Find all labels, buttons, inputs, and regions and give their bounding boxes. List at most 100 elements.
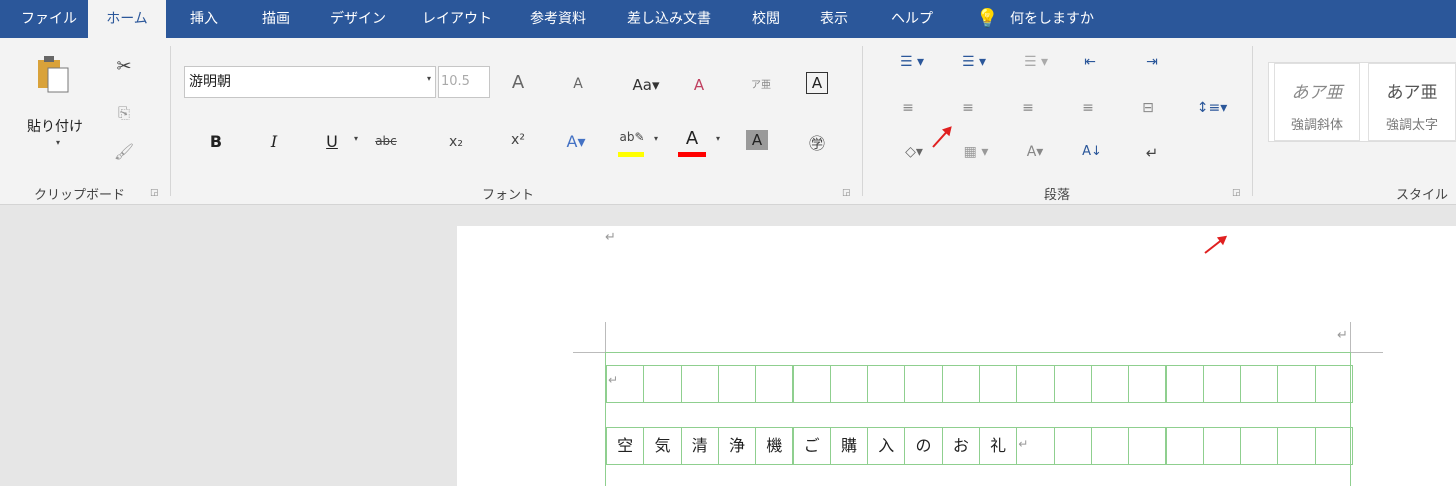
cut-icon[interactable]: ✂ — [112, 56, 136, 77]
document-page[interactable]: ↵ ↵ 空気清浄機ご購入のお礼 ↵ ↵ — [457, 226, 1456, 486]
numbering-icon[interactable]: ☰ ▾ — [954, 54, 994, 70]
style-emphasis-italic[interactable]: あア亜 強調斜体 — [1274, 63, 1360, 141]
borders-icon[interactable]: ▦ ▾ — [954, 144, 998, 160]
grid-cell — [979, 365, 1018, 403]
title-char-cell — [1090, 427, 1130, 465]
grid-cell — [1277, 365, 1316, 403]
multilevel-list-icon[interactable]: ☰ ▾ — [1016, 54, 1056, 70]
grid-cell — [1165, 365, 1204, 403]
text-effects-icon[interactable]: A▾ — [558, 132, 594, 151]
title-char-cell — [1053, 427, 1092, 465]
title-char-cell: の — [904, 427, 943, 465]
tab-view[interactable]: 表示 — [808, 0, 860, 38]
highlight-icon[interactable]: ab✎ — [618, 130, 646, 157]
character-border-icon[interactable]: A — [806, 72, 828, 94]
group-separator — [862, 46, 863, 196]
tab-review[interactable]: 校閲 — [740, 0, 792, 38]
distributed-icon[interactable]: ⊟ — [1136, 100, 1160, 116]
bold-icon[interactable]: B — [206, 132, 226, 151]
underline-icon[interactable]: U — [322, 132, 342, 151]
tab-layout[interactable]: レイアウト — [412, 0, 502, 38]
paragraph-mark: ↵ — [1337, 328, 1348, 343]
italic-icon[interactable]: I — [264, 132, 284, 151]
group-separator — [1252, 46, 1253, 196]
paragraph-launcher-icon[interactable]: ◲ — [1232, 188, 1242, 198]
title-char-cell: お — [941, 427, 980, 465]
title-char-cell — [1277, 427, 1316, 465]
shading-icon[interactable]: ◇▾ — [892, 144, 936, 160]
grid-cell — [904, 365, 943, 403]
font-color-dropdown-icon[interactable]: ▾ — [712, 134, 724, 143]
subscript-icon[interactable]: x₂ — [444, 134, 468, 150]
align-right-icon[interactable]: ≡ — [1016, 100, 1040, 116]
clipboard-group-label: クリップボード — [34, 188, 126, 203]
strikethrough-icon[interactable]: abc — [372, 134, 400, 148]
group-separator — [170, 46, 171, 196]
grid-cell — [867, 365, 906, 403]
bullets-icon[interactable]: ☰ ▾ — [892, 54, 932, 70]
ribbon-tab-bar: ファイル ホーム 挿入 描画 デザイン レイアウト 参考資料 差し込み文書 校閲… — [0, 0, 1456, 38]
tab-help[interactable]: ヘルプ — [880, 0, 944, 38]
tab-insert[interactable]: 挿入 — [178, 0, 230, 38]
clipboard-launcher-icon[interactable]: ◲ — [150, 188, 160, 198]
ribbon-home: 貼り付け ▾ ✂ ⎘ 🖌 クリップボード ◲ 游明朝 ▾ 10.5 A A Aa… — [0, 38, 1456, 205]
enclose-characters-icon[interactable]: ㊫ — [806, 130, 828, 154]
decrease-indent-icon[interactable]: ⇤ — [1078, 54, 1102, 70]
change-case-icon[interactable]: Aa▾ — [626, 76, 666, 94]
tab-file[interactable]: ファイル — [18, 0, 80, 38]
font-launcher-icon[interactable]: ◲ — [842, 188, 852, 198]
font-color-icon[interactable]: A — [678, 128, 706, 157]
underline-dropdown-icon[interactable]: ▾ — [350, 134, 362, 143]
tab-draw[interactable]: 描画 — [250, 0, 302, 38]
superscript-icon[interactable]: x² — [506, 132, 530, 148]
lightbulb-icon: 💡 — [976, 8, 999, 29]
increase-indent-icon[interactable]: ⇥ — [1140, 54, 1164, 70]
title-char-cell: 礼 — [979, 427, 1018, 465]
tab-design[interactable]: デザイン — [320, 0, 396, 38]
align-left-icon[interactable]: ≡ — [896, 100, 920, 116]
justify-icon[interactable]: ≡ — [1076, 100, 1100, 116]
character-shading-icon[interactable]: A — [746, 130, 768, 150]
highlight-dropdown-icon[interactable]: ▾ — [650, 134, 662, 143]
grid-cell — [792, 365, 831, 403]
tab-home[interactable]: ホーム — [88, 0, 166, 38]
paste-icon[interactable] — [32, 52, 76, 102]
tab-mailings[interactable]: 差し込み文書 — [614, 0, 724, 38]
title-char-cell — [1165, 427, 1204, 465]
title-char-cell — [1128, 427, 1167, 465]
style-sample: あア亜 — [1291, 83, 1343, 103]
asian-layout-icon[interactable]: A▾ — [1018, 144, 1052, 160]
font-name-box[interactable]: 游明朝 — [184, 66, 436, 98]
shrink-font-icon[interactable]: A — [568, 76, 588, 92]
line-spacing-icon[interactable]: ↕≡▾ — [1192, 100, 1232, 116]
title-char-cell: 購 — [829, 427, 869, 465]
tell-me-search[interactable]: 何をしますか — [1010, 0, 1120, 38]
grid-cell — [717, 365, 757, 403]
margin-guide — [605, 322, 606, 352]
title-char-cell: 清 — [680, 427, 719, 465]
title-char-cell: ご — [792, 427, 831, 465]
align-center-icon[interactable]: ≡ — [956, 100, 980, 116]
paragraph-mark: ↵ — [605, 230, 616, 245]
grid-cell — [1053, 365, 1092, 403]
grid-cell — [643, 365, 682, 403]
tab-references[interactable]: 参考資料 — [518, 0, 598, 38]
grid-cell — [941, 365, 980, 403]
show-paragraph-marks-icon[interactable]: ↵ — [1140, 144, 1164, 162]
font-size-box[interactable]: 10.5 — [438, 66, 490, 98]
style-emphasis-bold[interactable]: あア亜 強調太字 — [1368, 63, 1456, 141]
font-name-dropdown-icon[interactable]: ▾ — [424, 74, 434, 83]
paste-button[interactable]: 貼り付け — [20, 116, 90, 136]
title-char-cell — [1202, 427, 1242, 465]
clear-formatting-icon[interactable]: A — [688, 76, 710, 94]
paste-dropdown-icon[interactable]: ▾ — [52, 138, 64, 147]
phonetic-guide-icon[interactable]: ア亜 — [750, 76, 772, 91]
title-char-cell: 入 — [867, 427, 906, 465]
copy-icon[interactable]: ⎘ — [112, 104, 136, 122]
grid-cell — [1240, 365, 1279, 403]
paragraph-mark: ↵ — [608, 373, 619, 387]
grow-font-icon[interactable]: A — [508, 72, 528, 93]
format-painter-icon[interactable]: 🖌 — [112, 142, 136, 161]
sort-icon[interactable]: A↓ — [1080, 144, 1104, 159]
title-char-cell: 気 — [643, 427, 682, 465]
